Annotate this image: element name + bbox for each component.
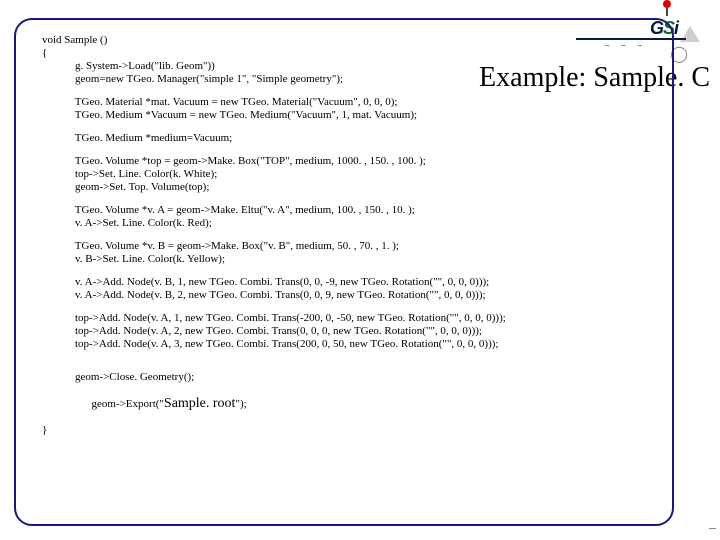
corner-mark-icon: ⎯ xyxy=(709,519,716,536)
code-line: v. A->Add. Node(v. B, 2, new TGeo. Combi… xyxy=(42,289,658,302)
code-emph: Sample. root xyxy=(164,396,236,411)
code-line: geom->Export("Sample. root"); xyxy=(42,384,658,424)
code-line: top->Set. Line. Color(k. White); xyxy=(42,168,658,181)
triangle-icon xyxy=(680,26,700,42)
code-line: geom=new TGeo. Manager("simple 1", "Simp… xyxy=(42,73,658,86)
code-line: { xyxy=(42,47,658,60)
code-text: "); xyxy=(235,398,246,410)
code-line: TGeo. Volume *v. B = geom->Make. Box("v.… xyxy=(42,240,658,253)
code-line: top->Add. Node(v. A, 3, new TGeo. Combi.… xyxy=(42,338,658,351)
code-line: TGeo. Volume *v. A = geom->Make. Eltu("v… xyxy=(42,204,658,217)
code-text: geom->Export(" xyxy=(59,398,164,410)
antenna-icon xyxy=(666,4,668,16)
code-line: v. A->Add. Node(v. B, 1, new TGeo. Combi… xyxy=(42,276,658,289)
code-line: TGeo. Material *mat. Vacuum = new TGeo. … xyxy=(42,96,658,109)
code-line: geom->Close. Geometry(); xyxy=(42,371,658,384)
code-line: void Sample () xyxy=(42,34,658,47)
code-line: top->Add. Node(v. A, 1, new TGeo. Combi.… xyxy=(42,312,658,325)
code-line: TGeo. Medium *medium=Vacuum; xyxy=(42,132,658,145)
code-line: v. A->Set. Line. Color(k. Red); xyxy=(42,217,658,230)
code-line: } xyxy=(42,424,658,437)
code-line: g. System->Load("lib. Geom")) xyxy=(42,60,658,73)
code-line: top->Add. Node(v. A, 2, new TGeo. Combi.… xyxy=(42,325,658,338)
slide: GSi ◯ ─ ─ ─ Example: Sample. C void Samp… xyxy=(0,0,720,540)
code-frame: void Sample () { g. System->Load("lib. G… xyxy=(14,18,674,526)
code-line: geom->Set. Top. Volume(top); xyxy=(42,181,658,194)
gsi-i: i xyxy=(674,18,678,38)
code-line: v. B->Set. Line. Color(k. Yellow); xyxy=(42,253,658,266)
code-line: TGeo. Medium *Vacuum = new TGeo. Medium(… xyxy=(42,109,658,122)
code-line: TGeo. Volume *top = geom->Make. Box("TOP… xyxy=(42,155,658,168)
